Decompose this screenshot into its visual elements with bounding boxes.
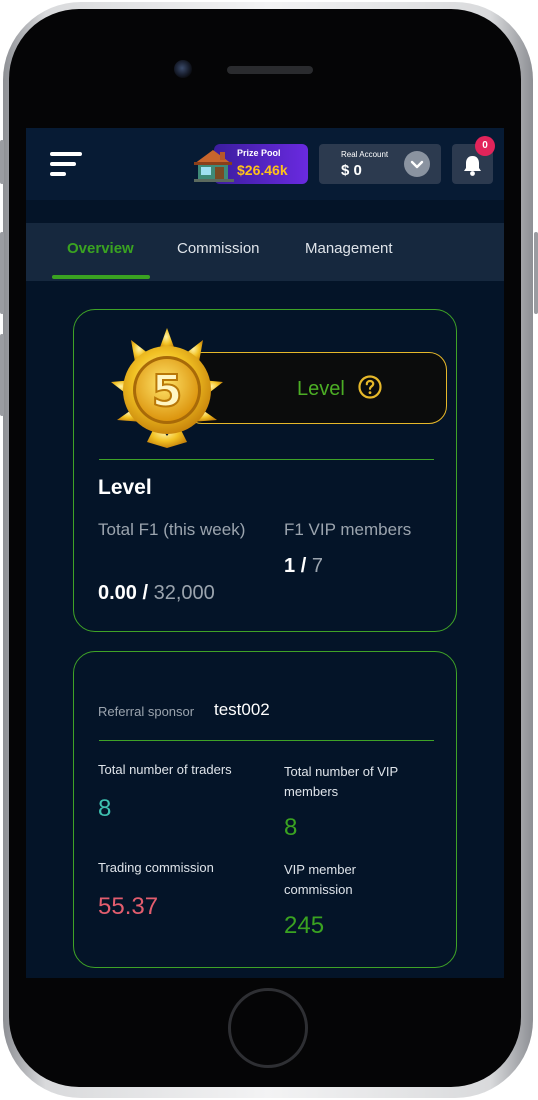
stats-card: Referral sponsor test002 Total number of… bbox=[73, 651, 457, 968]
help-icon[interactable] bbox=[357, 374, 383, 400]
total-vip-members-label: Total number of VIP members bbox=[284, 764, 398, 799]
medal-icon: 5 bbox=[111, 328, 223, 448]
tab-overview[interactable]: Overview bbox=[67, 240, 134, 257]
referral-sponsor-label: Referral sponsor bbox=[98, 704, 195, 719]
tab-bar: Overview Commission Management bbox=[26, 223, 504, 281]
trading-commission-value: 55.37 bbox=[98, 893, 159, 920]
account-balance: $ 0 bbox=[341, 162, 362, 179]
stats-divider bbox=[99, 740, 434, 741]
total-f1-target: 32,000 bbox=[153, 582, 215, 604]
vip-commission-value: 245 bbox=[284, 912, 325, 939]
level-divider bbox=[99, 459, 434, 460]
referral-sponsor-value: test002 bbox=[214, 700, 270, 719]
phone-volume-up bbox=[0, 232, 4, 314]
f1-vip-separator: / bbox=[300, 555, 307, 577]
level-pill-label: Level bbox=[297, 378, 345, 400]
prize-pool-button[interactable]: Prize Pool $26.46k bbox=[192, 144, 308, 184]
phone-volume-down bbox=[0, 334, 4, 416]
account-selector[interactable]: Real Account $ 0 bbox=[319, 144, 441, 184]
app-screen: Prize Pool $26.46k Real Account $ 0 0 Ov… bbox=[26, 128, 504, 978]
notification-count-badge: 0 bbox=[475, 136, 495, 156]
chevron-down-icon[interactable] bbox=[404, 151, 430, 177]
front-camera bbox=[174, 60, 192, 78]
level-card: Level 5 Level Total F1 (this week) 0.00 … bbox=[73, 309, 457, 632]
phone-power-button bbox=[534, 232, 538, 314]
total-vip-members-value: 8 bbox=[284, 814, 298, 841]
total-traders-value: 8 bbox=[98, 795, 112, 822]
tab-commission[interactable]: Commission bbox=[177, 240, 260, 257]
phone-mute-switch bbox=[0, 140, 4, 184]
vip-commission-label: VIP member commission bbox=[284, 862, 357, 897]
trading-commission-label: Trading commission bbox=[98, 860, 214, 875]
prize-pool-title: Prize Pool bbox=[237, 148, 281, 158]
earpiece-speaker bbox=[227, 66, 313, 74]
f1-vip-target: 7 bbox=[311, 555, 323, 577]
f1-vip-current: 1 bbox=[284, 555, 296, 577]
total-f1-label: Total F1 (this week) bbox=[98, 520, 246, 539]
prize-house-icon bbox=[194, 150, 234, 182]
total-traders-label: Total number of traders bbox=[98, 762, 232, 777]
total-f1-separator: / bbox=[142, 582, 149, 604]
top-bar: Prize Pool $26.46k Real Account $ 0 0 bbox=[26, 128, 504, 200]
medal-number: 5 bbox=[152, 366, 183, 417]
home-button[interactable] bbox=[228, 988, 308, 1068]
menu-icon[interactable] bbox=[50, 152, 82, 178]
tab-management[interactable]: Management bbox=[305, 240, 393, 257]
account-type-label: Real Account bbox=[341, 150, 389, 159]
level-heading: Level bbox=[98, 476, 152, 499]
prize-pool-value: $26.46k bbox=[237, 162, 288, 178]
total-f1-current: 0.00 bbox=[98, 582, 137, 604]
total-f1-progress: 0.00 / 32,000 bbox=[98, 582, 215, 605]
active-tab-indicator bbox=[52, 275, 150, 279]
f1-vip-progress: 1 / 7 bbox=[284, 555, 323, 578]
f1-vip-label: F1 VIP members bbox=[284, 520, 412, 539]
